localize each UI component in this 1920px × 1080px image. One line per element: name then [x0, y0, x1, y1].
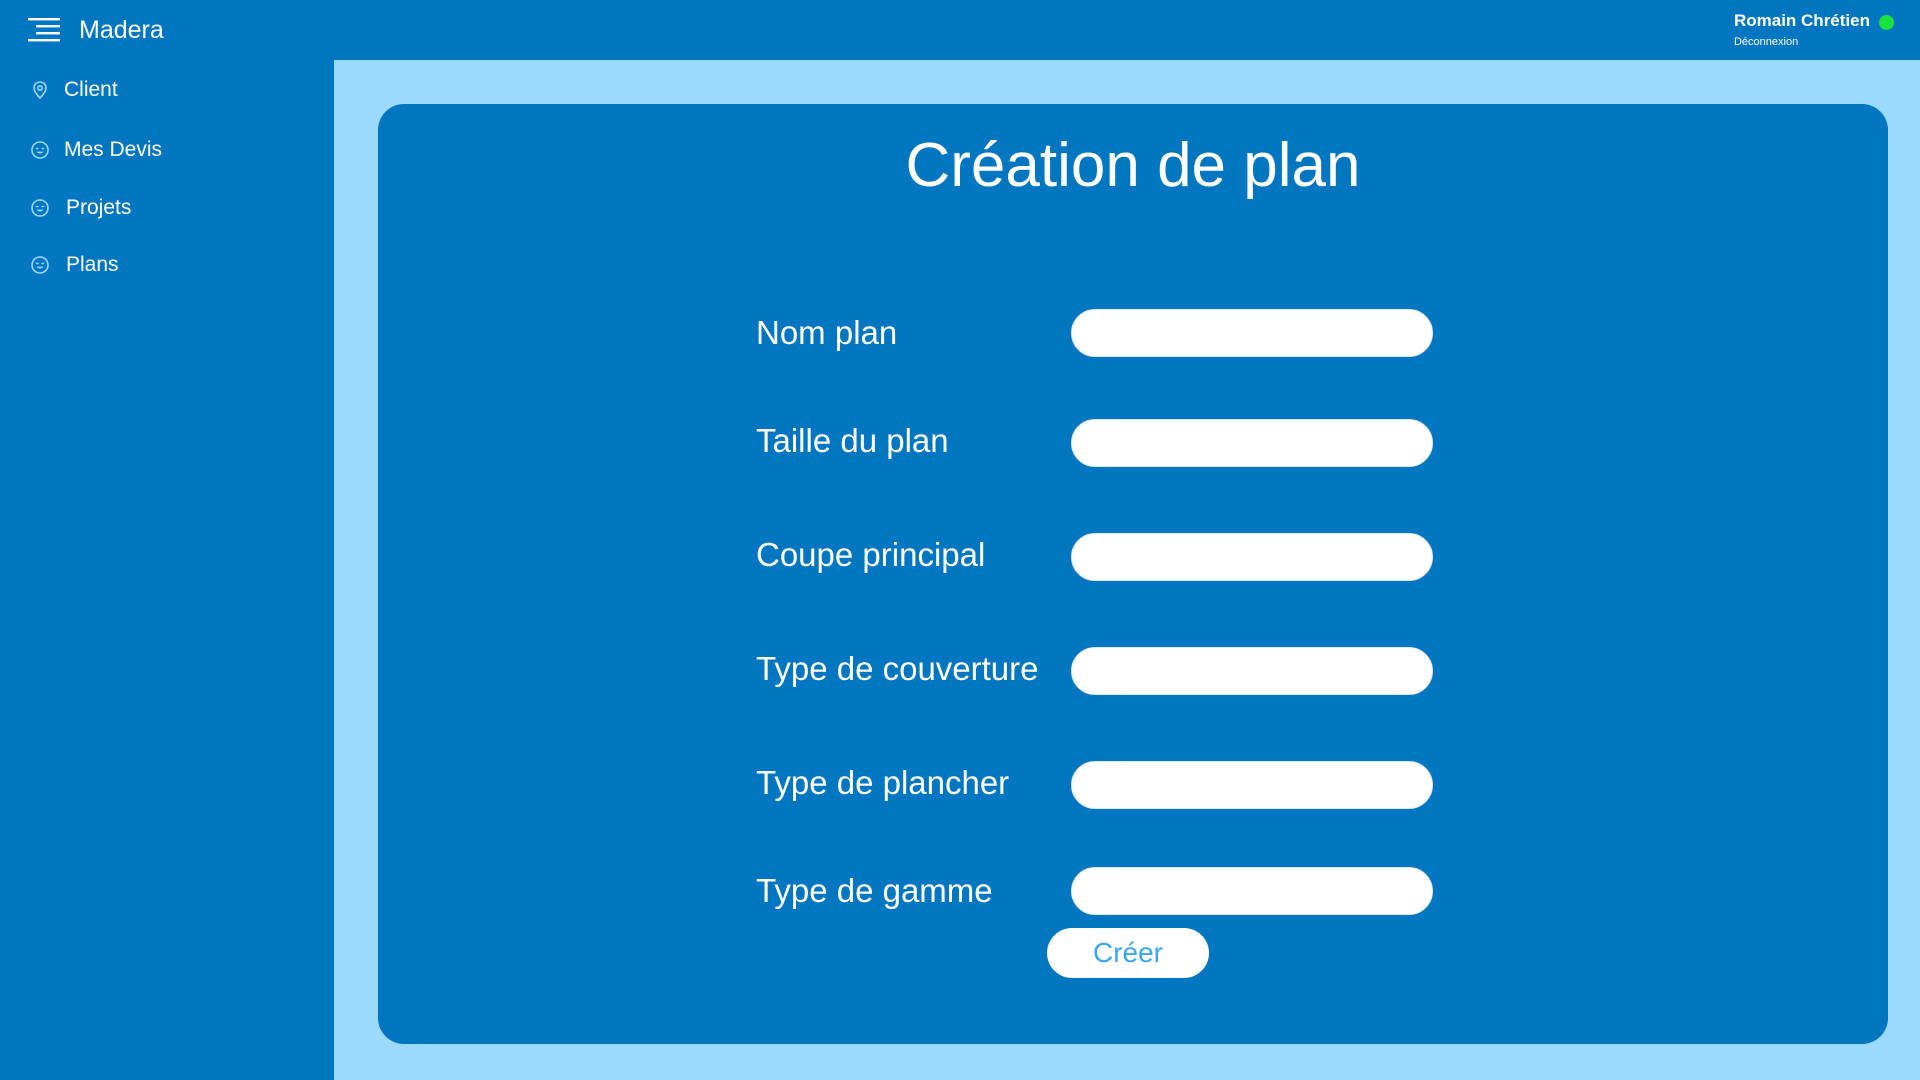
field-label-nom-plan: Nom plan	[756, 314, 898, 351]
sidebar-item-label: Plans	[66, 253, 119, 276]
create-button[interactable]: Créer	[1047, 928, 1209, 978]
field-label-coupe-principal: Coupe principal	[756, 536, 986, 573]
user-panel: Romain Chrétien Déconnexion	[1734, 11, 1894, 48]
type-de-plancher-input[interactable]	[1071, 761, 1433, 809]
field-label-taille-du-plan: Taille du plan	[756, 422, 949, 459]
nom-plan-input[interactable]	[1071, 309, 1433, 357]
type-de-gamme-input[interactable]	[1071, 867, 1433, 915]
sidebar-item-label: Client	[64, 78, 118, 101]
smiley-icon	[31, 199, 49, 217]
location-pin-icon	[33, 81, 47, 100]
sidebar-item-label: Mes Devis	[64, 138, 163, 161]
sidebar-item-projets[interactable]: Projets	[30, 190, 131, 226]
sidebar-item-mes-devis[interactable]: Mes Devis	[30, 132, 162, 168]
main-content: Création de plan Nom plan Taille du plan…	[334, 60, 1920, 1080]
sidebar-item-plans[interactable]: Plans	[30, 247, 119, 283]
logout-link[interactable]: Déconnexion	[1734, 36, 1894, 48]
sidebar-item-label: Projets	[66, 196, 132, 219]
online-status-indicator	[1879, 15, 1894, 30]
smiley-icon	[31, 256, 49, 274]
coupe-principal-input[interactable]	[1071, 533, 1433, 581]
page-title: Création de plan	[905, 131, 1361, 200]
field-label-type-de-couverture: Type de couverture	[756, 650, 1039, 687]
smiley-icon	[31, 141, 49, 159]
field-label-type-de-gamme: Type de gamme	[756, 872, 993, 909]
taille-du-plan-input[interactable]	[1071, 419, 1433, 467]
sidebar: Client Mes Devis Projets Plans	[0, 60, 334, 1080]
top-bar: Madera Romain Chrétien Déconnexion	[0, 0, 1920, 60]
user-name: Romain Chrétien	[1733, 11, 1870, 30]
plan-form-card: Création de plan Nom plan Taille du plan…	[378, 104, 1888, 1044]
app-brand: Madera	[79, 16, 164, 44]
field-label-type-de-plancher: Type de plancher	[756, 764, 1010, 801]
sidebar-item-client[interactable]: Client	[30, 72, 118, 108]
type-de-couverture-input[interactable]	[1071, 647, 1433, 695]
hamburger-menu-icon[interactable]	[28, 16, 60, 44]
